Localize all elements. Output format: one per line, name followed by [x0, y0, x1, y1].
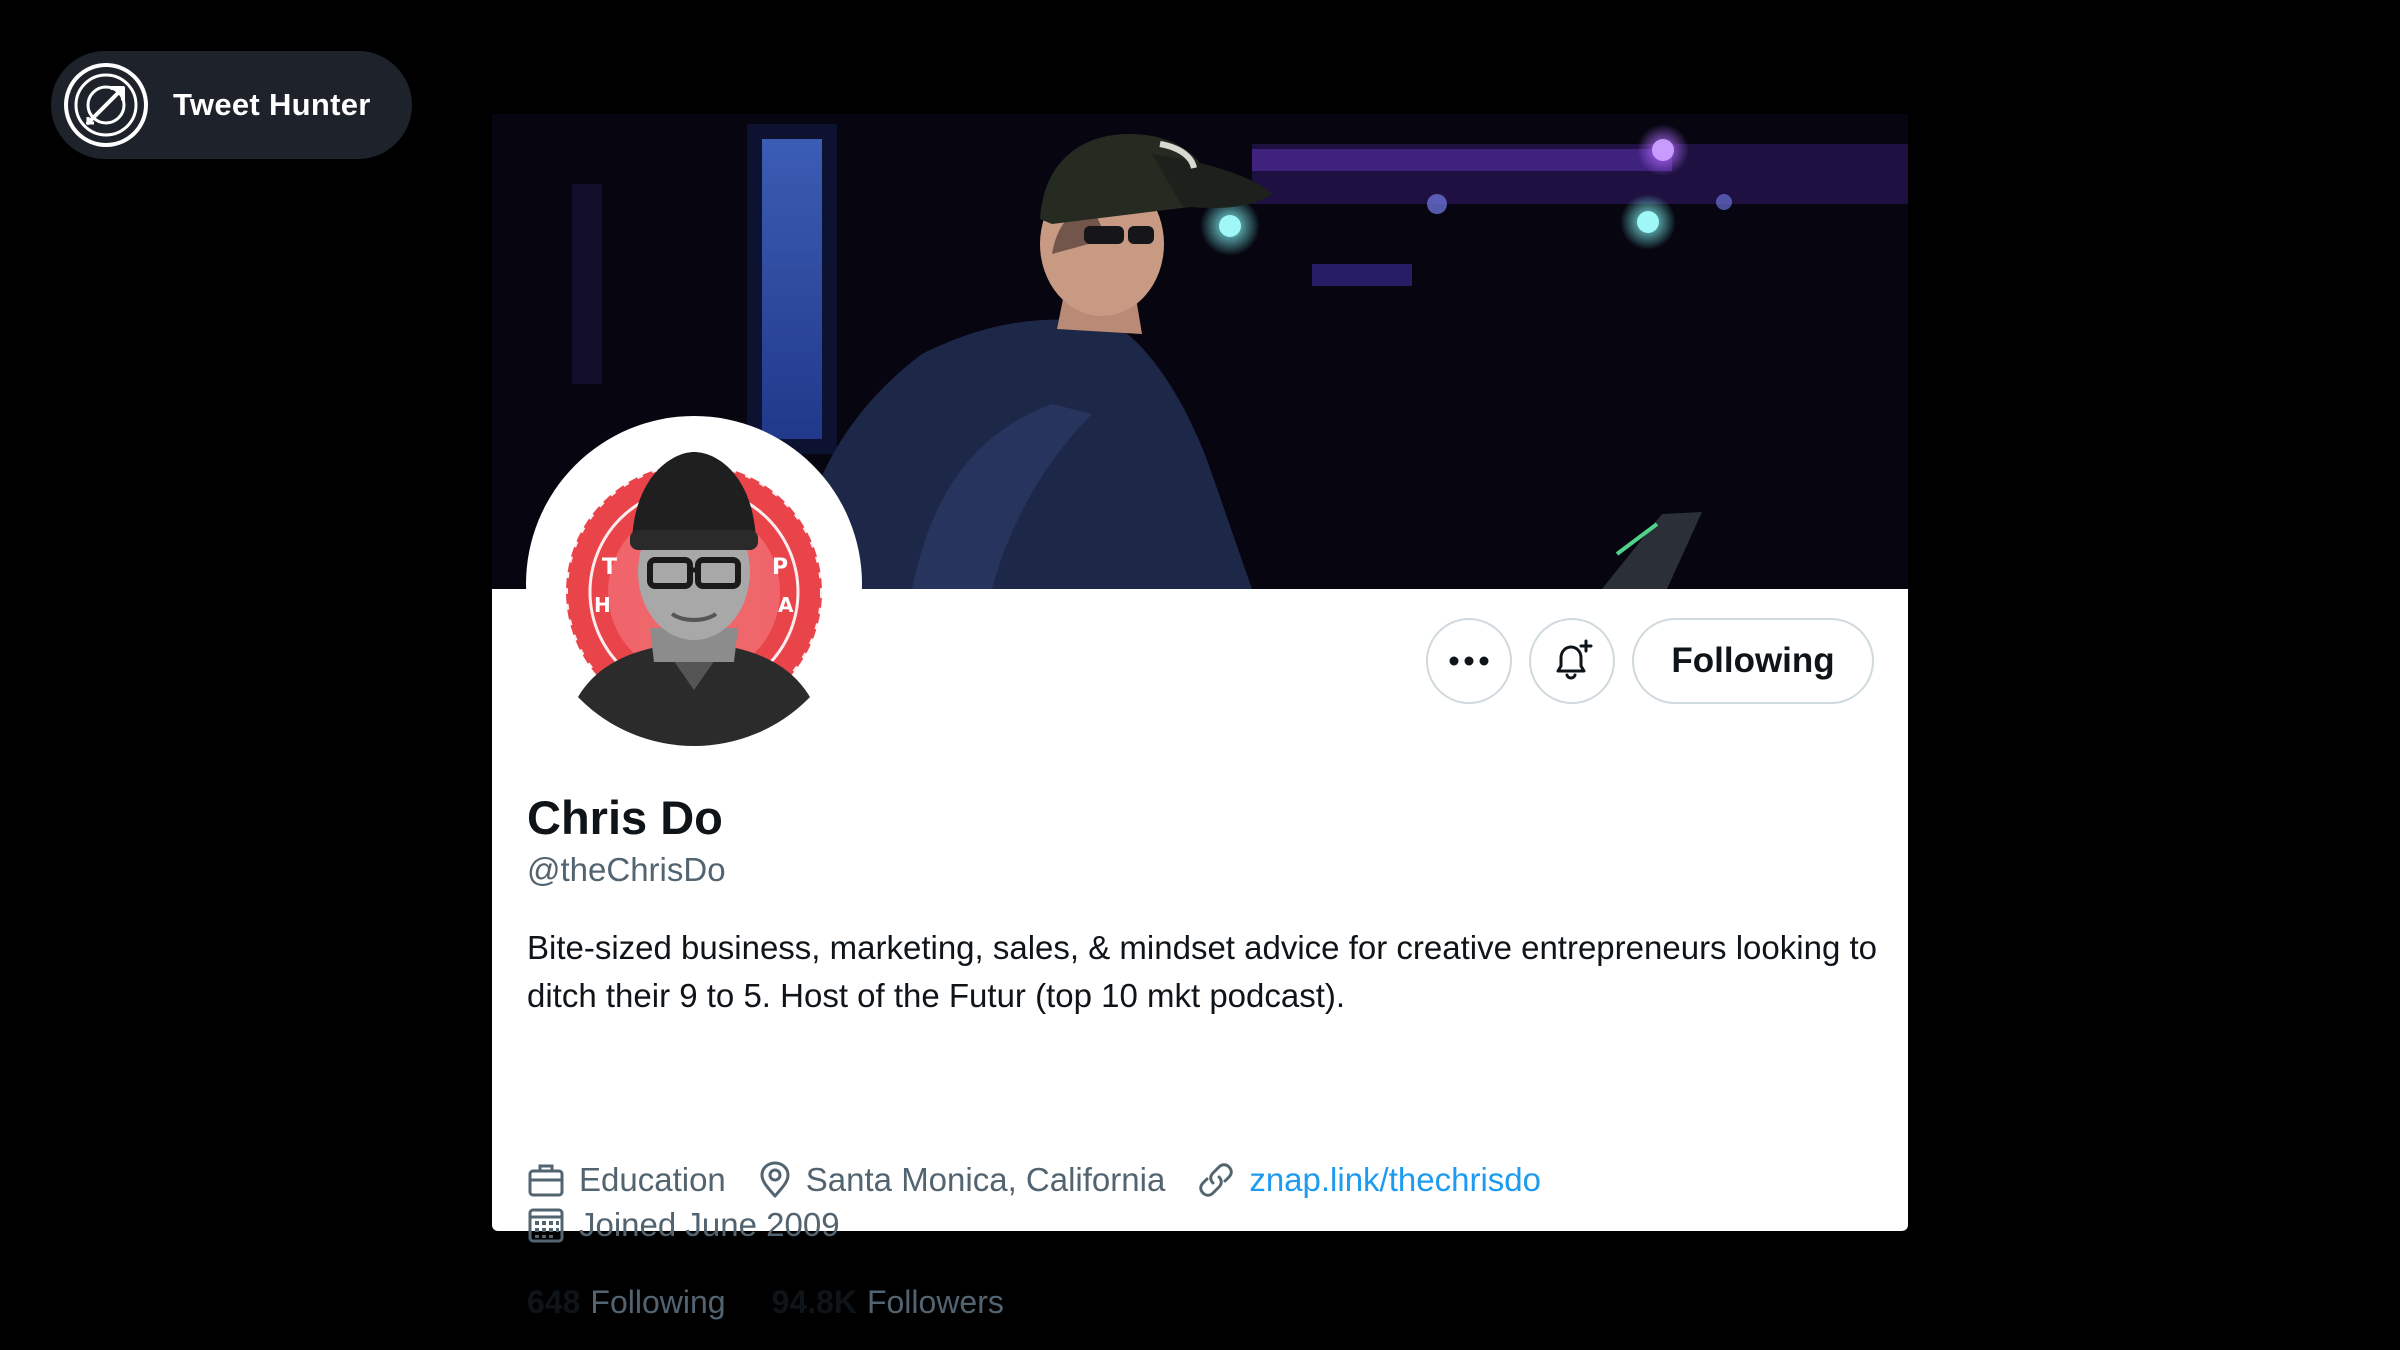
profile-joined-row: Joined June 2009 [527, 1206, 872, 1244]
brand-name: Tweet Hunter [173, 87, 371, 122]
followers-count: 94.8K [771, 1284, 857, 1320]
profile-joined: Joined June 2009 [527, 1206, 840, 1244]
svg-text:A: A [778, 593, 794, 617]
profile-location: Santa Monica, California [758, 1161, 1166, 1199]
followers-label: Followers [866, 1284, 1004, 1320]
following-button[interactable]: Following [1632, 618, 1874, 704]
following-stat[interactable]: 648 Following [527, 1284, 726, 1321]
profile-website[interactable]: znap.link/thechrisdo [1197, 1161, 1541, 1199]
profile-bio: Bite-sized business, marketing, sales, &… [527, 929, 1877, 1014]
profile-display-name: Chris Do [527, 791, 723, 844]
calendar-icon [528, 1208, 564, 1243]
brand-pill: Tweet Hunter [51, 51, 412, 159]
briefcase-icon [528, 1164, 564, 1197]
followers-stat[interactable]: 94.8K Followers [772, 1284, 1004, 1321]
profile-stats: 648 Following 94.8K Followers [527, 1284, 1050, 1321]
website-link[interactable]: znap.link/thechrisdo [1249, 1161, 1541, 1199]
following-label: Following [590, 1284, 726, 1320]
following-count: 648 [527, 1284, 581, 1320]
category-text: Education [579, 1161, 726, 1198]
svg-text:P: P [772, 555, 788, 580]
profile-handle: @theChrisDo [527, 851, 726, 888]
profile-meta-row: Education Santa Monica, California znap.… [527, 1161, 1573, 1199]
notifications-button[interactable] [1529, 618, 1615, 704]
joined-text: Joined June 2009 [579, 1206, 840, 1243]
svg-text:T: T [602, 555, 617, 580]
svg-text:H: H [594, 593, 611, 617]
more-dots-icon [1449, 656, 1489, 666]
link-icon [1199, 1163, 1234, 1197]
profile-category: Education [527, 1161, 726, 1199]
profile-card: T H P A Following Chris Do @theChrisDo B… [492, 114, 1908, 1320]
profile-avatar[interactable]: T H P A [526, 416, 862, 752]
profile-actions: Following [1426, 618, 1874, 704]
more-options-button[interactable] [1426, 618, 1512, 704]
avatar-image: T H P A [532, 422, 856, 746]
bell-plus-icon [1556, 639, 1593, 680]
tweet-hunter-logo-icon [64, 63, 148, 147]
location-pin-icon [760, 1161, 790, 1198]
location-text: Santa Monica, California [805, 1161, 1166, 1198]
